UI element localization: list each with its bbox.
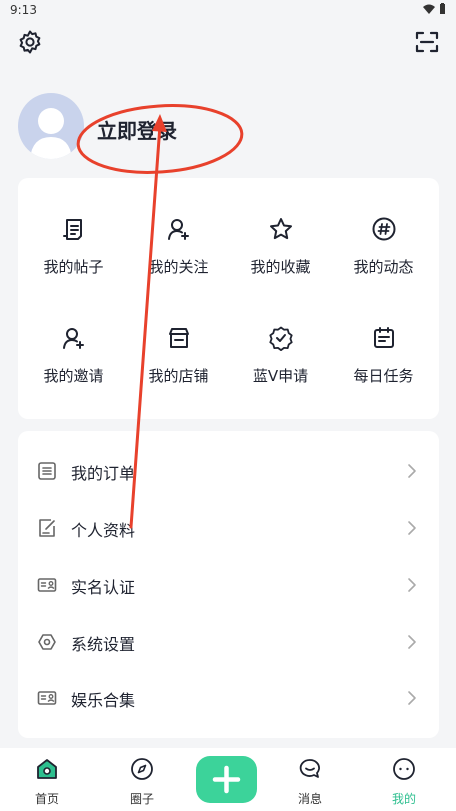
wifi-icon [423,4,435,14]
settings-button[interactable] [17,29,43,55]
chevron-right-icon [408,691,416,705]
star-icon [270,218,292,240]
tab-label: 首页 [34,792,59,806]
chevron-right-icon [408,521,416,535]
grid-item-my-follows[interactable]: 我的关注 [126,216,231,296]
grid-item-label: 每日任务 [353,367,414,385]
plus-icon [212,765,241,794]
message-icon [299,759,320,778]
chevron-right-icon [408,578,416,592]
grid-item-daily-tasks[interactable]: 每日任务 [331,325,436,405]
profile-face-icon [393,758,415,780]
home-icon [37,759,57,779]
menu-item-label: 个人资料 [71,521,136,540]
chevron-right-icon [408,635,416,649]
hashtag-icon [372,217,396,241]
menu-item-label: 我的订单 [71,464,136,483]
post-icon [63,219,82,240]
grid-item-label: 我的帖子 [43,258,104,276]
id-card-icon [37,578,57,592]
grid-item-label: 我的关注 [148,258,209,276]
menu-item-system-settings[interactable]: 系统设置 [18,614,439,670]
grid-item-my-invites[interactable]: 我的邀请 [21,325,126,405]
grid-item-label: 我的邀请 [43,367,104,385]
order-list-icon [38,462,56,480]
menu-item-my-orders[interactable]: 我的订单 [18,443,439,499]
grid-item-blue-v-apply[interactable]: 蓝V申请 [228,325,333,405]
menu-item-profile-info[interactable]: 个人资料 [18,500,439,556]
grid-item-my-activity[interactable]: 我的动态 [331,216,436,296]
menu-item-label: 系统设置 [71,635,136,654]
tab-circle[interactable]: 圈子 [102,748,182,811]
gear-icon [19,30,41,54]
scan-icon [415,31,439,53]
tab-messages[interactable]: 消息 [270,748,350,811]
status-bar: 9:13 [0,0,456,22]
grid-item-my-posts[interactable]: 我的帖子 [21,216,126,296]
menu-item-label: 娱乐合集 [71,691,136,710]
store-icon [169,328,189,348]
verified-badge-icon [269,326,293,351]
follow-icon [168,219,189,240]
compass-icon [131,758,153,780]
chevron-right-icon [408,464,416,478]
invite-icon [63,328,84,349]
scan-button[interactable] [414,29,440,55]
calendar-icon [374,327,394,348]
login-now-link[interactable]: 立即登录 [97,115,177,144]
grid-item-my-store[interactable]: 我的店铺 [126,325,231,405]
default-avatar-icon [30,108,72,159]
grid-item-my-favorites[interactable]: 我的收藏 [228,216,333,296]
menu-item-real-name-verify[interactable]: 实名认证 [18,557,439,613]
menu-item-entertainment[interactable]: 娱乐合集 [18,670,439,726]
tab-mine[interactable]: 我的 [364,748,444,811]
menu-item-label: 实名认证 [71,578,136,597]
publish-button[interactable] [196,756,257,803]
bottom-tab-bar: 首页 圈子 消息 我的 [0,748,456,811]
avatar[interactable] [18,93,84,159]
status-icons [423,3,446,14]
grid-item-label: 我的收藏 [250,258,311,276]
feature-grid-card: 我的帖子 我的关注 我的收藏 我的动态 我的邀请 我的店铺 蓝V申请 每日任务 [18,178,439,419]
profile-header[interactable]: 立即登录 [18,93,438,165]
hexagon-settings-icon [38,634,56,650]
tab-home[interactable]: 首页 [7,748,87,811]
status-time: 9:13 [10,3,37,17]
tab-label: 我的 [391,792,416,806]
tab-label: 消息 [297,792,322,806]
menu-list-card: 我的订单 个人资料 实名认证 系统设置 娱乐合集 [18,431,439,738]
grid-item-label: 蓝V申请 [252,367,309,385]
id-card-icon [37,691,57,705]
tab-label: 圈子 [129,792,154,806]
edit-profile-icon [39,519,55,537]
grid-item-label: 我的店铺 [148,367,209,385]
battery-icon [440,3,445,14]
grid-item-label: 我的动态 [353,258,414,276]
